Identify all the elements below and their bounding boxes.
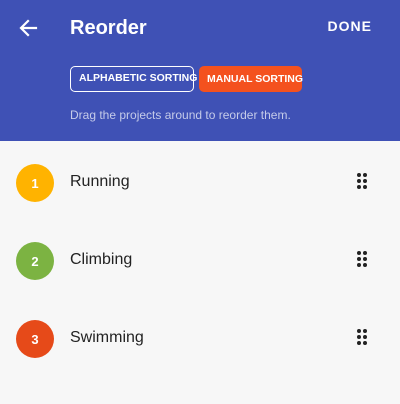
done-button[interactable]: DONE [328,18,372,34]
reorder-hint: Drag the projects around to reorder them… [70,108,291,122]
app-bar: Reorder DONE ALPHABETIC SORTING MANUAL S… [0,0,400,141]
project-list: 1 Running 2 Climbing 3 Swimming [0,141,400,375]
project-name: Swimming [70,329,144,346]
drag-handle-icon[interactable] [350,325,374,349]
project-number-badge: 1 [16,164,54,202]
manual-sorting-button[interactable]: MANUAL SORTING [199,66,303,92]
project-number-badge: 2 [16,242,54,280]
page-title: Reorder [70,17,147,39]
drag-handle-icon[interactable] [350,169,374,193]
arrow-left-icon [19,19,38,37]
project-row[interactable]: 1 Running [0,141,400,219]
project-name: Climbing [70,251,133,268]
project-name: Running [70,173,130,190]
project-row[interactable]: 2 Climbing [0,219,400,297]
project-row[interactable]: 3 Swimming [0,297,400,375]
project-number-badge: 3 [16,320,54,358]
back-button[interactable] [14,14,42,42]
alphabetic-sorting-button[interactable]: ALPHABETIC SORTING [70,66,197,92]
drag-handle-icon[interactable] [350,247,374,271]
